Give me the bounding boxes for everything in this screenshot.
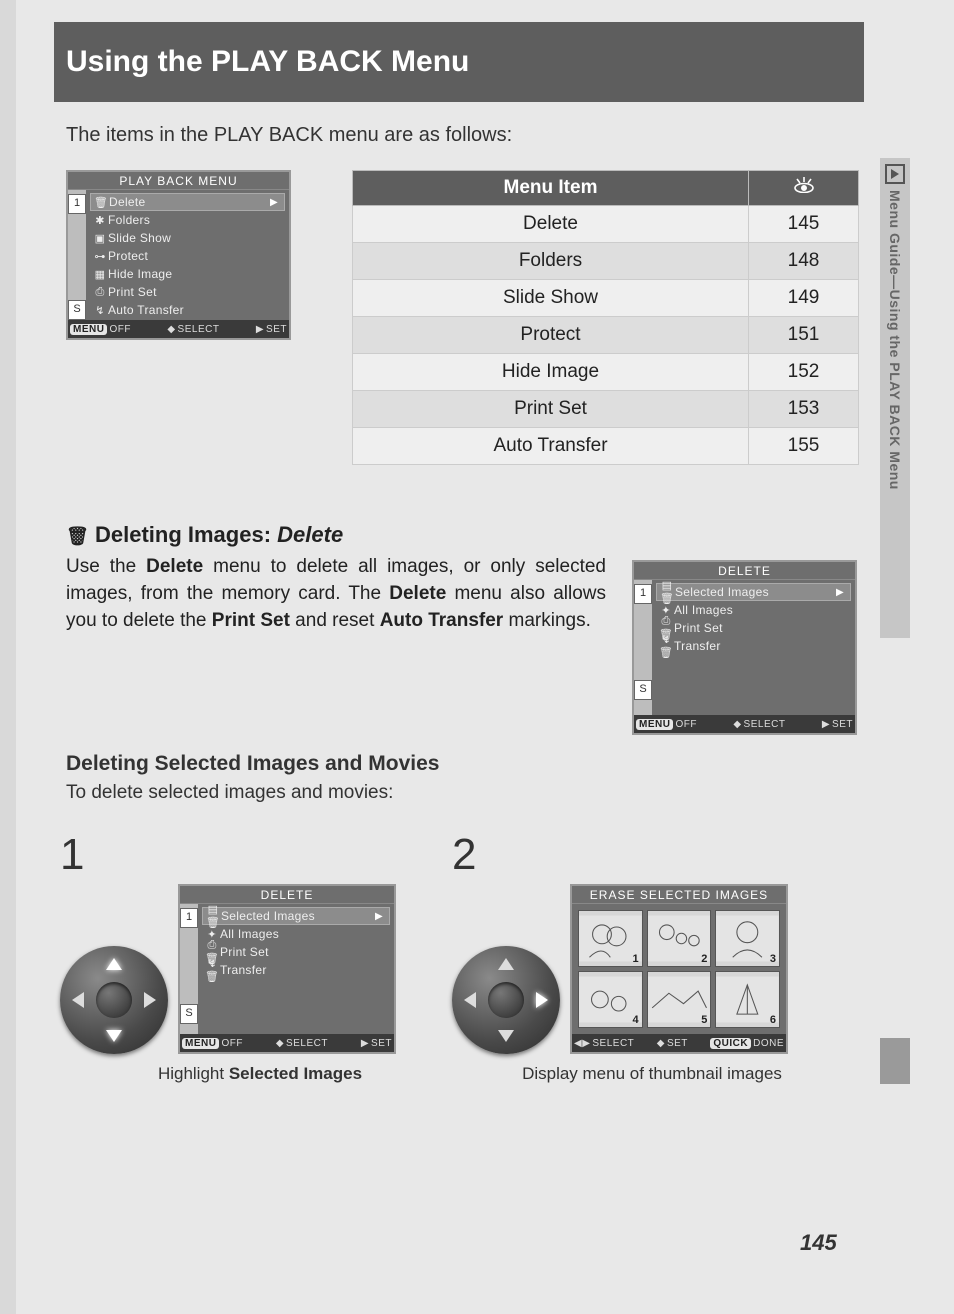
delete-paragraph: Use the Delete menu to delete all images… [66,554,606,635]
caret-right-icon: ▶ [836,587,844,598]
menu-row-transfer: ↯🗑 Transfer [656,637,851,655]
side-marker [880,1038,910,1084]
lcd-tab-1: 1 [68,194,86,214]
table-row: Slide Show149 [353,280,859,317]
hide-icon: ▦ [92,268,108,281]
menu-row-hide: ▦ Hide Image [90,265,285,283]
playback-menu-screenshot: PLAY BACK MENU 1 S 🗑 Delete ▶ ✱ Folders … [66,170,291,340]
lcd-tabs: 1 S [68,190,86,320]
print-icon: ⎙ [92,286,108,299]
page-title: Using the PLAY BACK Menu [66,45,469,79]
playback-menu-table: Menu Item Delete145 Folders148 Slide Sho… [352,170,859,465]
dpad-icon [452,946,560,1054]
thumbnail: 6 [715,971,780,1028]
menu-row-delete: 🗑 Delete ▶ [90,193,285,211]
lcd-footer: MENUOFF ◆SELECT ▶SET [68,320,289,338]
selected-sub: To delete selected images and movies: [66,782,393,804]
page-title-bar: Using the PLAY BACK Menu [54,22,864,102]
table-row: Delete145 [353,206,859,243]
lcd-title: DELETE [634,562,855,580]
key-icon: ⊶ [92,250,108,263]
thumbnail: 2 [647,910,712,967]
step-number: 2 [452,830,852,880]
menu-row-all: ✦ All Images [656,601,851,619]
menu-row-printset: ⎙ Print Set [90,283,285,301]
step-1: 1 DELETE 1 S ▤🗑Selected Images▶ ✦A [60,830,460,1084]
table-row: Folders148 [353,243,859,280]
menu-row-slideshow: ▣ Slide Show [90,229,285,247]
play-icon [885,164,905,184]
caret-right-icon: ▶ [270,197,278,208]
table-row: Protect151 [353,317,859,354]
star-icon: ✱ [92,214,108,227]
table-row: Auto Transfer155 [353,428,859,465]
menu-row-folders: ✱ Folders [90,211,285,229]
thumbnail: 3 [715,910,780,967]
side-tab-text: Menu Guide—Using the PLAY BACK Menu [887,190,903,490]
select-trash-icon: ▤🗑 [659,579,675,605]
step1-caption: Highlight Selected Images [60,1064,460,1084]
selected-heading: Deleting Selected Images and Movies [66,752,439,776]
lcd-tab-s: S [68,300,86,320]
menu-row-autotransfer: ↯ Auto Transfer [90,301,285,319]
dpad-icon [60,946,168,1054]
transfer-trash-icon: ↯🗑 [658,633,674,659]
slides-icon: ▣ [92,232,108,245]
table-header-page-icon [749,171,859,206]
delete-menu-screenshot: DELETE 1 S ▤🗑 Selected Images ▶ ✦ All Im… [632,560,857,735]
thumbnail-grid: 1 2 3 4 5 6 [572,904,786,1034]
menu-row-selected: ▤🗑 Selected Images ▶ [656,583,851,601]
step-number: 1 [60,830,460,880]
page-number: 145 [800,1230,837,1256]
lcd-footer: MENUOFF ◆SELECT ▶SET [634,715,855,733]
menu-row-protect: ⊶ Protect [90,247,285,265]
table-row: Hide Image152 [353,354,859,391]
lcd-title: PLAY BACK MENU [68,172,289,190]
thumbnail: 4 [578,971,643,1028]
trash-icon: 🗑 [66,526,89,546]
side-tab: Menu Guide—Using the PLAY BACK Menu [880,158,910,638]
step2-caption: Display menu of thumbnail images [452,1064,852,1084]
menu-row-printset: ⎙🗑 Print Set [656,619,851,637]
delete-section-heading: 🗑 Deleting Images: Delete [66,522,343,548]
table-header-item: Menu Item [353,171,749,206]
thumbnail: 5 [647,971,712,1028]
step-2: 2 ERASE SELECTED IMAGES 1 2 3 4 5 6 [452,830,852,1084]
table-row: Print Set153 [353,391,859,428]
transfer-icon: ↯ [92,304,108,317]
thumbnail: 1 [578,910,643,967]
trash-icon: 🗑 [93,196,109,209]
intro-text: The items in the PLAY BACK menu are as f… [66,124,512,147]
